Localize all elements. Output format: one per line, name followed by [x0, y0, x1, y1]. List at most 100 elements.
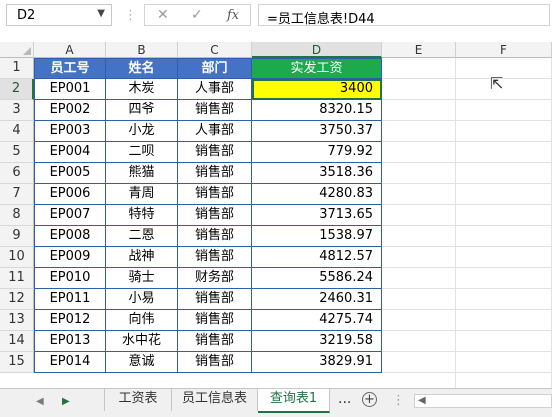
table-cell[interactable]: EP009: [34, 247, 106, 268]
empty-row-cells[interactable]: [382, 121, 552, 142]
table-cell[interactable]: 4280.83: [252, 184, 382, 205]
insert-function-icon[interactable]: fx: [227, 8, 239, 23]
empty-row-cells[interactable]: [382, 205, 552, 226]
table-cell[interactable]: EP003: [34, 121, 106, 142]
column-header-d[interactable]: D: [252, 42, 382, 58]
scroll-left-icon[interactable]: ◀: [418, 395, 426, 406]
row-header[interactable]: 6: [0, 163, 34, 184]
worksheet-grid[interactable]: A B C D E F 1 员工号 姓名 部门 实发工资 2 EP001 木炭 人事部 3400 3…: [0, 34, 552, 388]
table-cell[interactable]: 销售部: [178, 247, 252, 268]
empty-row-cells[interactable]: [382, 352, 552, 373]
empty-row-cells[interactable]: [382, 79, 552, 100]
table-cell[interactable]: 小龙: [106, 121, 178, 142]
chevron-down-icon[interactable]: ▼: [97, 8, 105, 19]
row-header[interactable]: 1: [0, 58, 34, 79]
table-cell[interactable]: 特特: [106, 205, 178, 226]
table-cell[interactable]: EP004: [34, 142, 106, 163]
empty-row-cells[interactable]: [382, 184, 552, 205]
table-cell[interactable]: 3518.36: [252, 163, 382, 184]
table-cell[interactable]: 意诚: [106, 352, 178, 373]
row-header[interactable]: 2: [0, 79, 34, 100]
table-cell[interactable]: 3713.65: [252, 205, 382, 226]
table-cell[interactable]: 3219.58: [252, 331, 382, 352]
column-header-f[interactable]: F: [456, 42, 552, 58]
tab-splitter-icon[interactable]: ⋮: [392, 393, 405, 408]
table-cell[interactable]: 人事部: [178, 79, 252, 100]
table-cell[interactable]: 骑士: [106, 268, 178, 289]
empty-row-cells[interactable]: [382, 226, 552, 247]
table-cell[interactable]: EP005: [34, 163, 106, 184]
table-cell[interactable]: 战神: [106, 247, 178, 268]
row-header[interactable]: 12: [0, 289, 34, 310]
row-header[interactable]: 3: [0, 100, 34, 121]
table-cell[interactable]: 向伟: [106, 310, 178, 331]
table-cell[interactable]: EP001: [34, 79, 106, 100]
empty-row-cells[interactable]: [382, 331, 552, 352]
row-header[interactable]: 15: [0, 352, 34, 373]
table-cell[interactable]: 木炭: [106, 79, 178, 100]
horizontal-scrollbar[interactable]: ◀: [414, 394, 552, 408]
table-header-cell[interactable]: 员工号: [34, 58, 106, 79]
formula-input[interactable]: =员工信息表!D44: [258, 4, 550, 27]
add-sheet-icon[interactable]: +: [362, 392, 377, 407]
table-cell[interactable]: 销售部: [178, 205, 252, 226]
row-header[interactable]: 4: [0, 121, 34, 142]
empty-row-cells[interactable]: [382, 310, 552, 331]
table-cell[interactable]: 销售部: [178, 184, 252, 205]
table-cell[interactable]: 3829.91: [252, 352, 382, 373]
table-cell[interactable]: EP010: [34, 268, 106, 289]
table-cell[interactable]: 青周: [106, 184, 178, 205]
table-cell[interactable]: 1538.97: [252, 226, 382, 247]
table-cell[interactable]: EP002: [34, 100, 106, 121]
empty-row-cells[interactable]: [382, 58, 552, 79]
table-cell[interactable]: 销售部: [178, 310, 252, 331]
table-cell[interactable]: 4275.74: [252, 310, 382, 331]
row-header[interactable]: 8: [0, 205, 34, 226]
table-header-cell[interactable]: 实发工资: [252, 58, 382, 79]
table-cell[interactable]: 销售部: [178, 289, 252, 310]
table-cell[interactable]: EP013: [34, 331, 106, 352]
column-header-a[interactable]: A: [34, 42, 106, 58]
tab-employee-info-sheet[interactable]: 员工信息表: [172, 389, 258, 411]
column-header-c[interactable]: C: [178, 42, 252, 58]
table-cell[interactable]: 二呗: [106, 142, 178, 163]
empty-row-cells[interactable]: [382, 163, 552, 184]
table-cell[interactable]: EP012: [34, 310, 106, 331]
more-sheets-button[interactable]: ...: [338, 391, 351, 407]
empty-row-cells[interactable]: [382, 100, 552, 121]
empty-row-cells[interactable]: [382, 247, 552, 268]
table-cell[interactable]: 二恩: [106, 226, 178, 247]
table-cell[interactable]: 四爷: [106, 100, 178, 121]
enter-icon[interactable]: ✓: [191, 7, 203, 23]
table-cell[interactable]: 熊猫: [106, 163, 178, 184]
column-header-e[interactable]: E: [382, 42, 456, 58]
tab-query-sheet[interactable]: 查询表1: [258, 389, 330, 413]
prev-sheet-icon[interactable]: ◀: [36, 396, 44, 407]
select-all-button[interactable]: [0, 42, 34, 58]
row-header[interactable]: 9: [0, 226, 34, 247]
row-header[interactable]: 14: [0, 331, 34, 352]
next-sheet-icon[interactable]: ▶: [62, 396, 70, 407]
drag-handle-icon[interactable]: ⋮: [124, 8, 137, 23]
table-cell[interactable]: 人事部: [178, 121, 252, 142]
table-cell[interactable]: 销售部: [178, 100, 252, 121]
table-cell[interactable]: 8320.15: [252, 100, 382, 121]
column-header-b[interactable]: B: [106, 42, 178, 58]
table-cell[interactable]: 销售部: [178, 163, 252, 184]
table-cell[interactable]: 小易: [106, 289, 178, 310]
empty-row-cells[interactable]: [382, 268, 552, 289]
table-cell[interactable]: 销售部: [178, 331, 252, 352]
table-cell[interactable]: 水中花: [106, 331, 178, 352]
table-cell[interactable]: EP014: [34, 352, 106, 373]
table-cell[interactable]: EP006: [34, 184, 106, 205]
row-header[interactable]: 7: [0, 184, 34, 205]
table-cell[interactable]: 5586.24: [252, 268, 382, 289]
table-cell[interactable]: EP011: [34, 289, 106, 310]
tab-salary-sheet[interactable]: 工资表: [104, 389, 172, 411]
cancel-icon[interactable]: ✕: [157, 7, 169, 23]
empty-row-cells[interactable]: [382, 289, 552, 310]
name-box[interactable]: D2 ▼: [6, 4, 112, 26]
table-cell[interactable]: EP008: [34, 226, 106, 247]
empty-row-cells[interactable]: [382, 142, 552, 163]
table-cell[interactable]: 财务部: [178, 268, 252, 289]
